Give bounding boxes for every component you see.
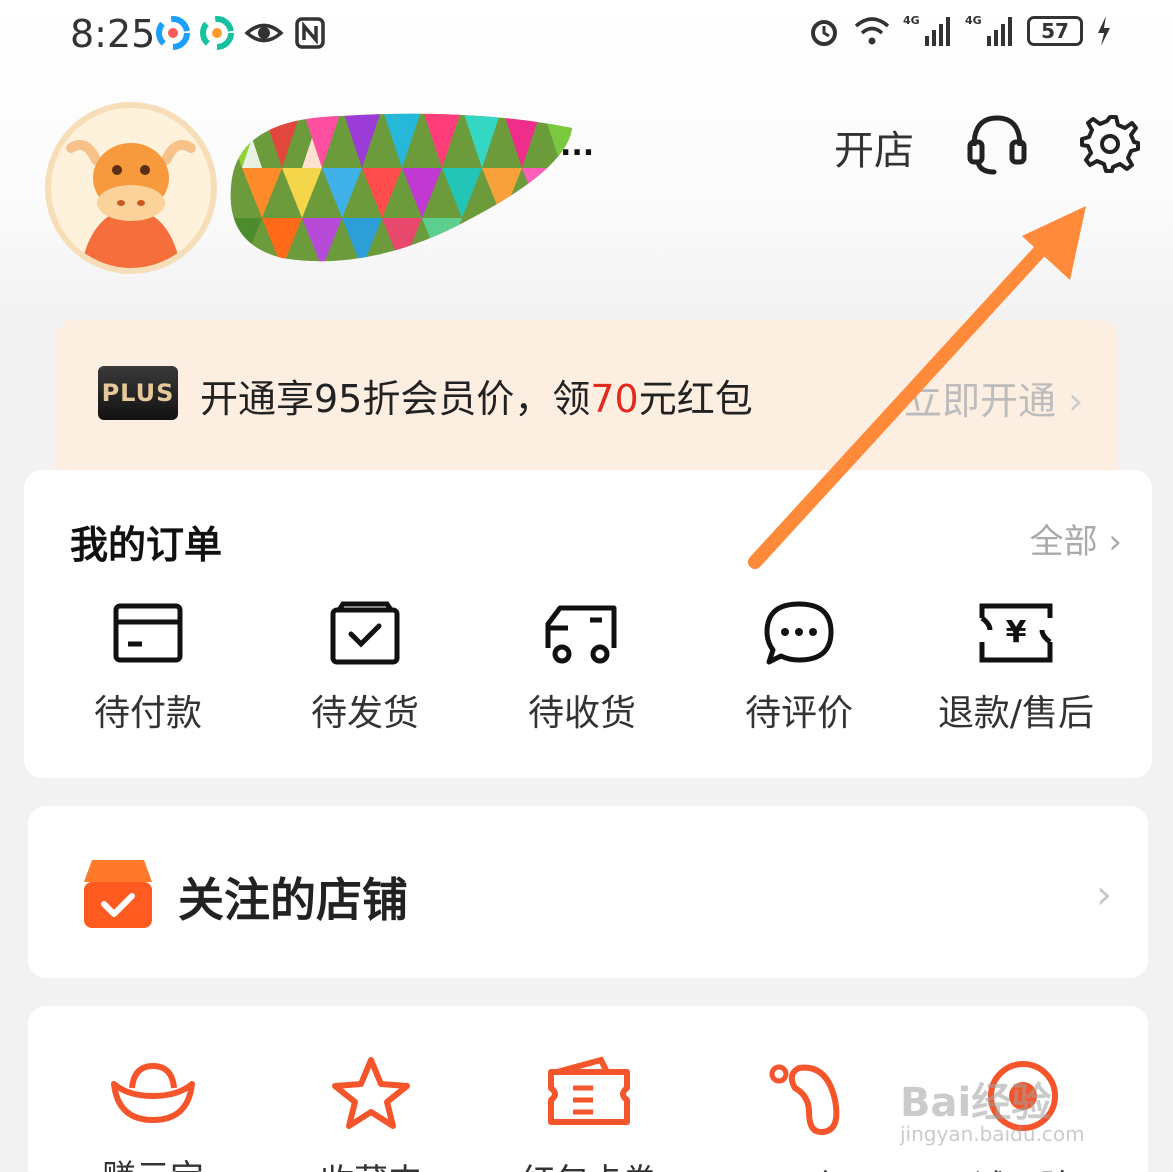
eye-icon [244, 23, 284, 43]
username-redaction [230, 113, 573, 262]
wallet-icon [113, 603, 183, 663]
avatar[interactable] [45, 102, 217, 274]
chevron-right-icon: › [1056, 379, 1084, 423]
orders-title: 我的订单 [70, 523, 223, 567]
followed-shops-title: 关注的店铺 [178, 873, 408, 927]
plus-activate-button[interactable]: 立即开通 › [904, 370, 1083, 425]
shop-icon [84, 860, 152, 928]
truck-icon [545, 605, 617, 664]
cow-mascot-icon [66, 140, 196, 268]
plus-promo-text-part1: 开通享95折会员价，领 [200, 377, 591, 421]
quick-link-favorites[interactable]: 收藏夹 [296, 1056, 446, 1172]
username-text: ... [560, 128, 595, 163]
quick-link-label: 足迹 [730, 1160, 880, 1172]
svg-text:4G: 4G [903, 14, 920, 27]
quick-link-label: 收藏夹 [296, 1154, 446, 1172]
plus-badge: PLUS [98, 366, 178, 420]
orders-all-label: 全部 [1029, 522, 1098, 562]
order-pending-shipment[interactable]: 待发货 [265, 600, 465, 736]
app-notification-icon [156, 16, 190, 50]
order-label: 退款/售后 [937, 693, 1095, 734]
status-bar: 8:25 4G 4G 57 [0, 0, 1173, 70]
watermark-text: Bai经验 [900, 1080, 1052, 1126]
orders-all-link[interactable]: 全部 › [1030, 514, 1122, 563]
star-icon [332, 1057, 410, 1129]
chevron-right-icon: › [1097, 522, 1122, 562]
wifi-icon [854, 17, 890, 45]
package-check-icon [330, 601, 400, 665]
order-label: 待发货 [310, 693, 419, 734]
my-orders-card: 我的订单 全部 › 待付款 待发货 待收货 待评价 ¥ 退款/售后 [24, 470, 1152, 778]
alarm-icon [811, 20, 837, 46]
app-notification-icon [200, 16, 234, 50]
order-pending-payment[interactable]: 待付款 [48, 600, 248, 736]
status-icons-right: 4G 4G 57 [807, 14, 1113, 48]
quick-link-footprints[interactable]: 足迹 [730, 1056, 880, 1172]
status-time: 8:25 [70, 12, 156, 56]
plus-membership-banner[interactable]: PLUS 开通享95折会员价，领70元红包 立即开通 › [56, 320, 1118, 490]
charging-icon [1098, 16, 1110, 46]
quick-link-label: 试一阶 [948, 1160, 1098, 1172]
order-pending-review[interactable]: 待评价 [699, 600, 899, 736]
settings-gear-icon[interactable] [1080, 114, 1140, 174]
quick-link-label: 红包卡券 [514, 1154, 664, 1172]
svg-text:4G: 4G [965, 14, 982, 27]
quick-link-coupons[interactable]: 红包卡券 [514, 1056, 664, 1172]
plus-activate-label: 立即开通 [904, 379, 1057, 423]
ingot-icon [111, 1062, 195, 1123]
order-label: 待付款 [93, 693, 202, 734]
order-pending-receipt[interactable]: 待收货 [482, 600, 682, 736]
open-shop-link[interactable]: 开店 [834, 118, 914, 176]
battery-indicator: 57 [1027, 16, 1083, 46]
quick-link-label: 赚元宝 [78, 1150, 228, 1172]
order-label: 待评价 [744, 693, 853, 734]
refund-icon: ¥ [979, 603, 1053, 663]
customer-service-icon[interactable] [966, 112, 1028, 178]
footprint-icon [769, 1064, 840, 1135]
quick-link-earn-ingots[interactable]: 赚元宝 [78, 1056, 228, 1172]
chat-bubble-icon [764, 601, 834, 665]
signal-icon: 4G [903, 14, 950, 46]
order-label: 待收货 [527, 693, 636, 734]
watermark-url: jingyan.baidu.com [900, 1122, 1085, 1146]
nfc-icon [295, 17, 325, 49]
status-icons-left [156, 16, 326, 50]
coupon-icon [548, 1056, 630, 1125]
plus-promo-text-part2: 元红包 [638, 377, 753, 421]
order-refund-aftersales[interactable]: ¥ 退款/售后 [916, 600, 1116, 736]
plus-promo-text: 开通享95折会员价，领70元红包 [200, 368, 753, 423]
signal-icon: 4G [965, 14, 1012, 46]
followed-shops-card[interactable]: 关注的店铺 › [28, 806, 1148, 978]
svg-text:¥: ¥ [1006, 615, 1027, 650]
chevron-right-icon: › [1096, 872, 1112, 918]
plus-promo-amount: 70 [590, 377, 639, 421]
